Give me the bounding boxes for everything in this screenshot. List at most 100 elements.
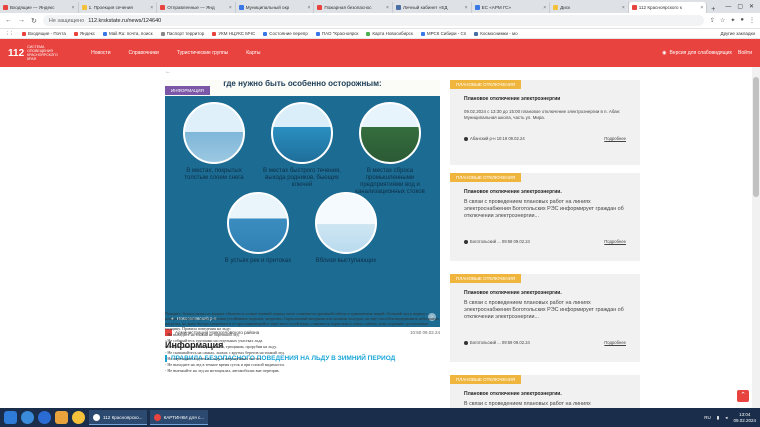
new-tab-icon[interactable]: + [707, 6, 719, 13]
poster-caption: В местах, покрытых толстым слоем снега [184, 168, 244, 181]
tab-close-icon[interactable]: × [72, 5, 75, 11]
news-card-tag[interactable]: ПЛАНОВЫЕ ОТКЛЮЧЕНИЯ [450, 274, 522, 283]
skype-icon[interactable] [38, 411, 51, 424]
login-link[interactable]: Войти [738, 50, 752, 56]
browser-tab[interactable]: Муниципальный окр × [236, 2, 315, 13]
poster-river-circle [227, 192, 289, 254]
site-logo[interactable]: 112 СИСТЕМА ОПОВЕЩЕНИЯ КРАСНОЯРСКОГО КРА… [8, 45, 67, 61]
browser-tab[interactable]: Отправленные — Янд × [157, 2, 236, 13]
category-badge[interactable]: ИНФОРМАЦИЯ [165, 86, 210, 95]
article-image: где нужно быть особенно осторожным: ИНФО… [165, 80, 440, 327]
news-card-tag[interactable]: ПЛАНОВЫЕ ОТКЛЮЧЕНИЯ [450, 80, 522, 89]
news-card[interactable]: ПЛАНОВЫЕ ОТКЛЮЧЕНИЯ Плановое отключение э… [450, 80, 640, 165]
news-card[interactable]: ПЛАНОВЫЕ ОТКЛЮЧЕНИЯ Плановое отключение э… [450, 274, 640, 362]
tab-close-icon[interactable]: × [150, 5, 153, 11]
menu-icon[interactable]: ⋮ [749, 17, 755, 24]
browser-tab[interactable]: Диск × [550, 2, 629, 13]
tab-close-icon[interactable]: × [700, 5, 703, 11]
accessibility-link[interactable]: ◉ Версия для слабовидящих [662, 50, 732, 56]
bookmark-item[interactable]: Входящие - Почта [22, 31, 66, 36]
location-pin-icon [464, 340, 468, 345]
volume-icon[interactable]: ◂ [725, 415, 727, 421]
maximize-icon[interactable]: ▢ [737, 3, 743, 10]
tab-close-icon[interactable]: × [465, 5, 468, 11]
network-icon[interactable]: ▮ [717, 415, 719, 421]
taskbar-window-button[interactable]: 112 Красноярско... [89, 410, 147, 425]
close-window-icon[interactable]: ✕ [749, 3, 754, 10]
taskbar-window-button[interactable]: КАРТИНКИ для с... [149, 410, 209, 425]
bookmark-label: Карта Новосибирск [372, 31, 413, 36]
extensions-icon[interactable]: ✦ [730, 17, 735, 24]
window-controls: — ▢ ✕ [719, 0, 760, 13]
tab-close-icon[interactable]: × [229, 5, 232, 11]
browser-tab[interactable]: ЕС «АРМ ГС» × [472, 2, 551, 13]
minimize-icon[interactable]: — [725, 4, 731, 10]
bookmark-item[interactable]: Состояние перепр [263, 31, 308, 36]
bookmark-item[interactable]: Mail.Ru: почта, поиск [102, 31, 153, 36]
poster-stream-circle [271, 102, 333, 164]
bookmark-item[interactable]: МРСК Сибири - Сп [420, 31, 466, 36]
tab-favicon-icon [3, 5, 8, 10]
scroll-to-top-button[interactable]: ⌃ [737, 390, 749, 402]
tab-close-icon[interactable]: × [307, 5, 310, 11]
browser-tab[interactable]: Пожарная безопаснос × [314, 2, 393, 13]
poster-reeds-circle [315, 192, 377, 254]
news-card-heading[interactable]: Плановое отключение электроэнергии. [464, 290, 562, 296]
back-arrow-icon[interactable]: ← [165, 69, 171, 75]
bookmark-favicon-icon [212, 31, 217, 36]
page-scrollbar[interactable] [752, 67, 760, 408]
nav-item[interactable]: Справочники [129, 50, 159, 56]
scrollbar-thumb[interactable] [753, 77, 759, 197]
profile-icon[interactable]: ● [740, 17, 744, 24]
news-card-heading[interactable]: Плановое отключение электроэнергии [464, 96, 560, 102]
news-card-tag[interactable]: ПЛАНОВЫЕ ОТКЛЮЧЕНИЯ [450, 375, 522, 384]
bookmark-item[interactable]: Паспорт территор [160, 31, 204, 36]
browser-tab[interactable]: 1. Проекция сечения × [79, 2, 158, 13]
url-text[interactable]: 112.krskstate.ru/news/124640 [88, 18, 161, 24]
news-card-more-link[interactable]: Подробнее [604, 239, 626, 244]
news-card-tag[interactable]: ПЛАНОВЫЕ ОТКЛЮЧЕНИЯ [450, 173, 522, 182]
window-app-icon [153, 413, 161, 421]
explorer-icon[interactable] [55, 411, 68, 424]
start-icon[interactable] [4, 411, 17, 424]
news-card[interactable]: ПЛАНОВЫЕ ОТКЛЮЧЕНИЯ Плановое отключение э… [450, 375, 640, 408]
apps-icon[interactable]: ⋮⋮ [5, 31, 14, 37]
browser-tab[interactable]: Входящие — Яндекс × [0, 2, 79, 13]
other-bookmarks[interactable]: Другие закладки [721, 31, 755, 36]
bookmark-item[interactable]: Яндекс [73, 31, 95, 36]
tab-close-icon[interactable]: × [386, 5, 389, 11]
back-icon[interactable]: ← [5, 17, 12, 24]
browser-tab[interactable]: 112 Красноярского к × [628, 2, 708, 13]
poster-caption: В устьях рек и притоках [224, 258, 292, 264]
tab-close-icon[interactable]: × [543, 5, 546, 11]
bookmark-label: Входящие - Почта [28, 31, 66, 36]
bookmark-item[interactable]: Космоснимки - мо [474, 31, 518, 36]
url-field[interactable]: Не защищено 112.krskstate.ru/news/124640 [42, 15, 704, 26]
news-card[interactable]: ПЛАНОВЫЕ ОТКЛЮЧЕНИЯ Плановое отключение э… [450, 173, 640, 261]
forward-icon[interactable]: → [18, 17, 25, 24]
nav-item[interactable]: Новости [91, 50, 110, 56]
window-app-icon [93, 413, 100, 421]
tab-close-icon[interactable]: × [622, 5, 625, 11]
nav-item[interactable]: Карты [246, 50, 260, 56]
reload-icon[interactable]: ↻ [31, 17, 37, 25]
news-card-more-link[interactable]: Подробнее [604, 136, 626, 141]
news-card-more-link[interactable]: Подробнее [604, 340, 626, 345]
nav-item[interactable]: Туристические группы [177, 50, 228, 56]
bookmark-item[interactable]: Карта Новосибирск [366, 31, 413, 36]
bookmark-item[interactable]: УКМ НЦУКС МЧС [212, 31, 255, 36]
share-icon[interactable]: ⇪ [710, 17, 715, 24]
news-card-heading[interactable]: Плановое отключение электроэнергии. [464, 391, 562, 397]
chrome-icon[interactable] [72, 411, 85, 424]
clock[interactable]: 13:04 09.02.2024 [733, 412, 756, 424]
news-card-heading[interactable]: Плановое отключение электроэнергии. [464, 189, 562, 195]
site-header: 112 СИСТЕМА ОПОВЕЩЕНИЯ КРАСНОЯРСКОГО КРА… [0, 39, 760, 67]
bookmark-item[interactable]: ПАО "Красноярск [315, 31, 358, 36]
ie-icon[interactable] [21, 411, 34, 424]
security-label[interactable]: Не защищено [49, 18, 84, 24]
bookmark-favicon-icon [160, 31, 165, 36]
star-icon[interactable]: ☆ [720, 17, 725, 24]
tab-title: 1. Проекция сечения [88, 5, 133, 10]
language-indicator[interactable]: RU [704, 415, 711, 420]
browser-tab[interactable]: Личный кабинет «ЕД × [393, 2, 472, 13]
